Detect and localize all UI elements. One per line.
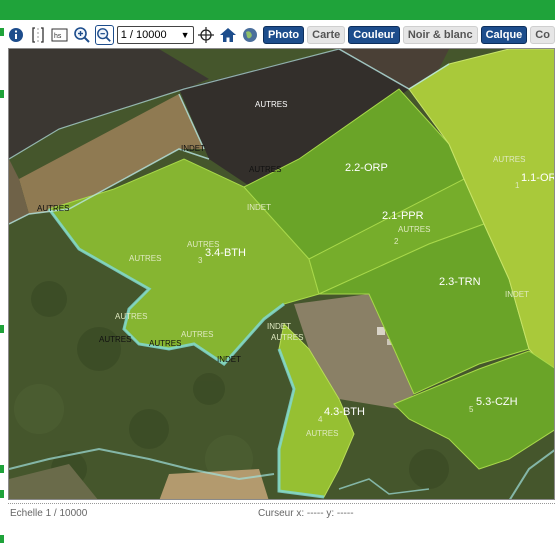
zone-label: AUTRES xyxy=(99,335,131,344)
zone-label: AUTRES xyxy=(115,312,147,321)
photo-button[interactable]: Photo xyxy=(262,26,305,44)
left-strip-mark xyxy=(0,490,4,498)
noir-blanc-button[interactable]: Noir & blanc xyxy=(402,26,478,44)
zone-label: AUTRES xyxy=(398,225,430,234)
parcel-label: 1.1-OR xyxy=(521,172,555,184)
zone-label: AUTRES xyxy=(271,333,303,342)
parcel-label: 5.3-CZH xyxy=(476,396,518,408)
zone-label: AUTRES xyxy=(149,339,181,348)
left-strip-mark xyxy=(0,28,4,36)
svg-text:hs: hs xyxy=(54,33,62,40)
left-strip-mark xyxy=(0,325,4,333)
zone-label: AUTRES xyxy=(181,330,213,339)
crosshair-icon[interactable] xyxy=(197,25,216,45)
zone-label: AUTRES xyxy=(129,254,161,263)
parcel-number: 4 xyxy=(318,415,323,424)
zone-label: AUTRES xyxy=(493,155,525,164)
globe-icon[interactable] xyxy=(241,25,260,45)
zone-label: AUTRES xyxy=(249,165,281,174)
scale-readout: Echelle 1 / 10000 xyxy=(10,508,88,519)
zone-label: AUTRES xyxy=(37,204,69,213)
parcel-label: 2.1-PPR xyxy=(382,210,424,222)
info-icon[interactable] xyxy=(6,25,25,45)
parcel-number: 5 xyxy=(469,405,474,414)
chevron-down-icon: ▼ xyxy=(180,30,190,40)
scale-select-value: 1 / 10000 xyxy=(120,29,167,41)
home-icon[interactable] xyxy=(219,25,238,45)
zone-label: INDET xyxy=(181,144,205,153)
zone-label: INDET xyxy=(247,203,271,212)
couleur-button[interactable]: Couleur xyxy=(348,26,400,44)
scale-select[interactable]: 1 / 10000 ▼ xyxy=(116,26,194,44)
parcel-label: 4.3-BTH xyxy=(324,406,365,418)
parcel-label: 2.3-TRN xyxy=(439,276,481,288)
zone-label: AUTRES xyxy=(255,100,287,109)
zone-label: INDET xyxy=(217,355,241,364)
hs-icon[interactable]: hs xyxy=(50,25,69,45)
parcel-number: 2 xyxy=(394,237,399,246)
zone-label: INDET xyxy=(505,290,529,299)
map-toolbar: hs 1 / 10000 ▼ Photo Carte Couleur Noir … xyxy=(6,22,555,48)
parcel-number: 3 xyxy=(198,256,203,265)
zone-label: INDET xyxy=(267,322,291,331)
map-canvas[interactable]: 1.1-OR 1 2.2-ORP 2.1-PPR 2 2.3-TRN 3.4-B… xyxy=(9,49,555,500)
left-strip-mark xyxy=(0,465,4,473)
calque-button[interactable]: Calque xyxy=(480,26,528,44)
parcel-label: 2.2-ORP xyxy=(345,162,388,174)
zoom-in-icon[interactable] xyxy=(72,25,91,45)
carte-button[interactable]: Carte xyxy=(307,26,346,44)
left-strip-mark xyxy=(0,90,4,98)
top-header-bar xyxy=(0,0,555,20)
overflow-button[interactable]: Co xyxy=(530,26,555,44)
map-viewport[interactable]: 1.1-OR 1 2.2-ORP 2.1-PPR 2 2.3-TRN 3.4-B… xyxy=(8,48,555,500)
left-strip-mark xyxy=(0,535,4,543)
zoom-out-icon[interactable] xyxy=(94,25,114,45)
bracket-icon[interactable] xyxy=(28,25,47,45)
building xyxy=(377,327,385,335)
parcel-number: 1 xyxy=(515,181,520,190)
zone-label: AUTRES xyxy=(306,429,338,438)
status-bar: Echelle 1 / 10000 Curseur x: ----- y: --… xyxy=(8,503,555,519)
left-strip xyxy=(0,20,4,555)
cursor-readout: Curseur x: ----- y: ----- xyxy=(258,508,354,519)
zone-label: AUTRES xyxy=(187,240,219,249)
